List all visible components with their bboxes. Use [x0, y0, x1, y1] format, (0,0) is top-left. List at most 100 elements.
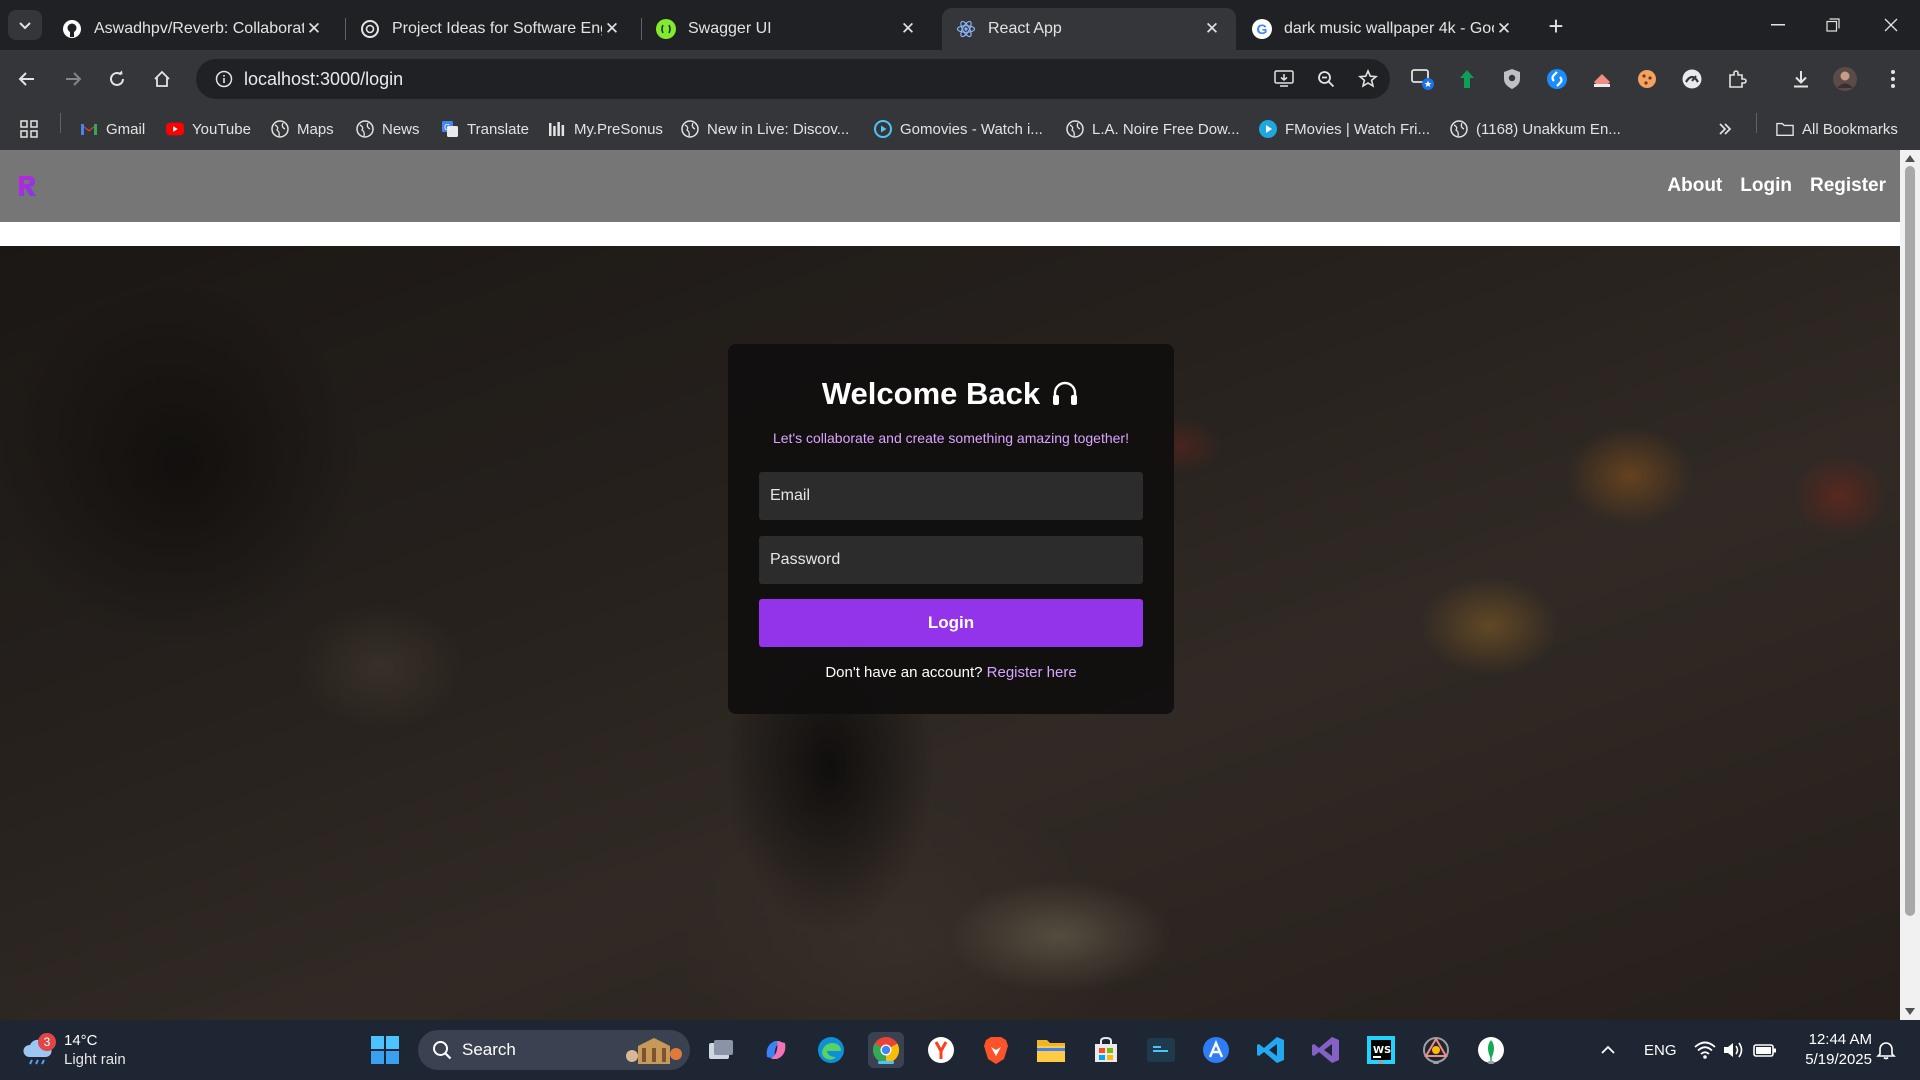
- restore-button[interactable]: [1810, 8, 1856, 42]
- google-icon: G: [1252, 19, 1272, 39]
- weather-widget[interactable]: 3 14°C Light rain: [20, 1028, 126, 1072]
- tab-title: Aswadhpv/Reverb: Collaborative: [94, 20, 304, 37]
- extensions-puzzle-icon[interactable]: [1722, 64, 1752, 94]
- tab-swagger[interactable]: Swagger UI ✕: [642, 8, 932, 50]
- close-icon[interactable]: ✕: [602, 19, 622, 39]
- page-scrollbar[interactable]: [1900, 150, 1920, 1020]
- nav-about-link[interactable]: About: [1667, 175, 1722, 197]
- more-bookmarks-button[interactable]: [1716, 114, 1742, 144]
- scroll-up-arrow-icon[interactable]: [1905, 155, 1915, 162]
- tab-github[interactable]: Aswadhpv/Reverb: Collaborative ✕: [48, 8, 338, 50]
- gmail-icon: [80, 120, 98, 138]
- extension-gauge-icon[interactable]: [1677, 64, 1707, 94]
- forward-button[interactable]: [56, 62, 90, 96]
- bookmark-news[interactable]: News: [356, 114, 420, 144]
- close-icon[interactable]: ✕: [304, 19, 324, 39]
- extension-cookie-icon[interactable]: [1632, 64, 1662, 94]
- taskbar-search[interactable]: Search: [418, 1030, 690, 1070]
- taskbar-clock[interactable]: 12:44 AM 5/19/2025: [1792, 1030, 1872, 1070]
- wifi-icon[interactable]: [1694, 1020, 1716, 1080]
- bookmark-presonus[interactable]: My.PreSonus: [548, 114, 663, 144]
- copilot-button[interactable]: [758, 1032, 794, 1068]
- close-icon[interactable]: ✕: [898, 19, 918, 39]
- close-icon[interactable]: ✕: [1202, 19, 1222, 39]
- volume-icon[interactable]: [1723, 1020, 1745, 1080]
- close-icon[interactable]: ✕: [1494, 19, 1514, 39]
- visual-studio-button[interactable]: [1308, 1032, 1344, 1068]
- extension-screen-icon[interactable]: [1408, 64, 1438, 94]
- minimize-button[interactable]: [1755, 8, 1801, 42]
- scrollbar-thumb[interactable]: [1905, 166, 1915, 916]
- tab-react-app[interactable]: React App ✕: [942, 8, 1236, 50]
- bookmark-label: Maps: [297, 120, 334, 138]
- visual-studio-icon: [1312, 1037, 1339, 1063]
- bookmark-fmovies[interactable]: FMovies | Watch Fri...: [1259, 114, 1430, 144]
- email-field[interactable]: [759, 472, 1143, 520]
- bookmark-gmail[interactable]: Gmail: [80, 114, 145, 144]
- github-icon: [62, 19, 82, 39]
- ms-store-button[interactable]: [1088, 1032, 1124, 1068]
- terminal-button[interactable]: [1143, 1032, 1179, 1068]
- app-button-spiral[interactable]: [1418, 1032, 1454, 1068]
- tab-search-button[interactable]: [8, 10, 42, 40]
- all-bookmarks-button[interactable]: All Bookmarks: [1776, 114, 1898, 144]
- show-hidden-icons[interactable]: [1600, 1020, 1616, 1080]
- new-tab-button[interactable]: +: [1542, 11, 1570, 41]
- install-app-icon[interactable]: [1270, 65, 1298, 93]
- bookmark-unakkum[interactable]: (1168) Unakkum En...: [1450, 114, 1621, 144]
- address-bar[interactable]: localhost:3000/login: [196, 59, 1390, 99]
- extension-shazam-icon[interactable]: [1542, 64, 1572, 94]
- extension-eraser-icon[interactable]: [1587, 64, 1617, 94]
- bookmark-label: YouTube: [192, 120, 251, 138]
- copilot-icon: [766, 1041, 786, 1059]
- bookmark-ableton[interactable]: New in Live: Discov...: [681, 114, 849, 144]
- back-button[interactable]: [10, 62, 44, 96]
- brave-button[interactable]: [978, 1032, 1014, 1068]
- downloads-icon[interactable]: [1786, 64, 1816, 94]
- more-menu-icon[interactable]: [1878, 64, 1908, 94]
- language-indicator[interactable]: ENG: [1644, 1020, 1677, 1080]
- file-explorer-button[interactable]: [1033, 1032, 1069, 1068]
- notifications-icon[interactable]: [1876, 1020, 1896, 1080]
- app-button-blue-a[interactable]: [1198, 1032, 1234, 1068]
- profile-avatar[interactable]: [1830, 64, 1860, 94]
- login-button[interactable]: Login: [759, 599, 1143, 647]
- home-button[interactable]: [145, 62, 179, 96]
- bookmark-la-noire[interactable]: L.A. Noire Free Dow...: [1066, 114, 1240, 144]
- apps-button[interactable]: [20, 114, 46, 144]
- bookmark-translate[interactable]: G Translate: [441, 114, 529, 144]
- double-chevron-right-icon: [1716, 120, 1734, 138]
- vscode-button[interactable]: [1253, 1032, 1289, 1068]
- nav-login-link[interactable]: Login: [1740, 175, 1792, 197]
- reload-button[interactable]: [100, 62, 134, 96]
- globe-icon: [356, 120, 374, 138]
- site-info-icon[interactable]: [204, 59, 244, 99]
- webstorm-button[interactable]: WS: [1363, 1032, 1399, 1068]
- swagger-icon: [656, 19, 676, 39]
- task-view-button[interactable]: [703, 1032, 739, 1068]
- tab-title: Project Ideas for Software Engin: [392, 20, 602, 37]
- password-field[interactable]: [759, 536, 1143, 584]
- extension-frog-icon[interactable]: [1452, 64, 1482, 94]
- app-logo-icon[interactable]: [16, 174, 38, 198]
- zoom-icon[interactable]: [1312, 65, 1340, 93]
- yandex-button[interactable]: [923, 1032, 959, 1068]
- edge-button[interactable]: [813, 1032, 849, 1068]
- start-button[interactable]: [367, 1032, 403, 1068]
- mongodb-compass-button[interactable]: [1473, 1032, 1509, 1068]
- register-here-link[interactable]: Register here: [987, 664, 1077, 681]
- nav-register-link[interactable]: Register: [1810, 175, 1886, 197]
- close-window-button[interactable]: [1868, 8, 1914, 42]
- weather-alert-badge: 3: [38, 1033, 56, 1051]
- search-label: Search: [462, 1040, 516, 1059]
- bookmark-youtube[interactable]: YouTube: [166, 114, 251, 144]
- bookmark-gomovies[interactable]: Gomovies - Watch i...: [874, 114, 1043, 144]
- scroll-down-arrow-icon[interactable]: [1905, 1008, 1915, 1015]
- bookmark-maps[interactable]: Maps: [271, 114, 334, 144]
- battery-icon[interactable]: [1753, 1020, 1777, 1080]
- chrome-button[interactable]: [868, 1032, 904, 1068]
- tab-google-search[interactable]: G dark music wallpaper 4k - Goog ✕: [1238, 8, 1528, 50]
- bookmark-star-icon[interactable]: [1354, 65, 1382, 93]
- tab-project-ideas[interactable]: Project Ideas for Software Engin ✕: [346, 8, 636, 50]
- extension-shield-icon[interactable]: [1497, 64, 1527, 94]
